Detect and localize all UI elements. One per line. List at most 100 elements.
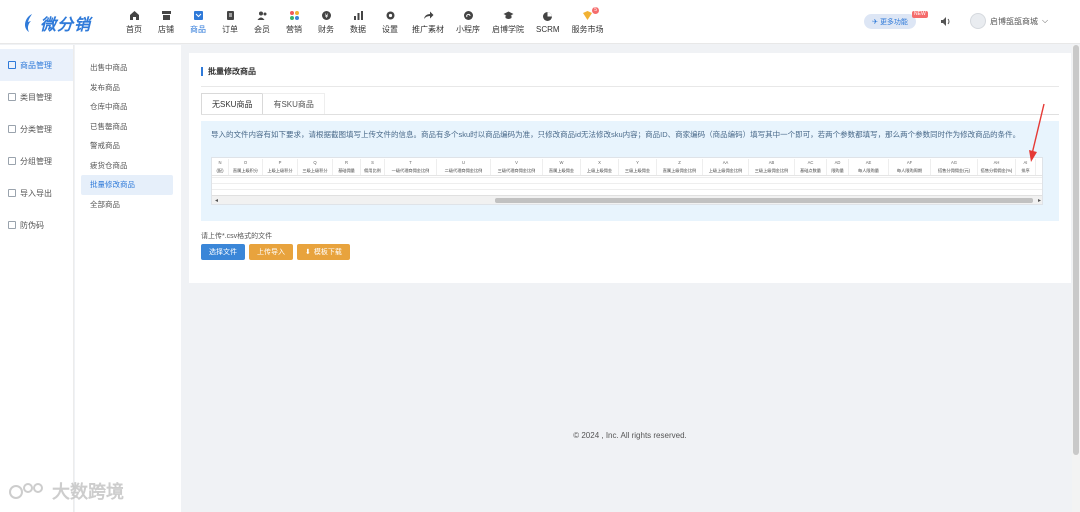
sheet-column-letter: AB (749, 159, 795, 166)
info-text: 导入的文件内容有如下要求，请根据截图填写上传文件的信息。商品有多个sku时以商品… (211, 130, 1021, 139)
sheet-column-letter: Z (657, 159, 703, 166)
brand-logo[interactable]: 微分销 (22, 11, 91, 35)
shop-icon (161, 10, 172, 21)
upload-hint: 请上传*.csv格式的文件 (201, 233, 273, 240)
sidebar-item-label: 防伪码 (20, 220, 44, 230)
sheet-header-cell: 上级上级佣金比例 (703, 166, 749, 175)
sample-sheet-image: N O P Q R S T U V W X Y Z AA AB AC AD AE AF AG AH AI (配) 直属上级积… (211, 157, 1043, 205)
sidebar-item-0[interactable]: 商品管理 (0, 49, 73, 81)
annotation-arrow-icon (1029, 103, 1045, 162)
sidebar-item-label: 类目管理 (20, 92, 52, 102)
tab-1[interactable]: 有SKU商品 (262, 93, 325, 115)
menu-icon (8, 221, 16, 229)
nav-item-label: 服务市场 (571, 24, 604, 34)
sheet-column-letter: AG (931, 159, 978, 166)
tab-0[interactable]: 无SKU商品 (201, 93, 264, 115)
user-menu[interactable]: 启博瓿瓿商城 ⌵ (970, 13, 1048, 29)
nav-item-7[interactable]: 数据 (342, 0, 374, 44)
sheet-header-cell: 搭售分佣佣金(%) (978, 166, 1016, 175)
choose-file-button[interactable]: 选择文件 (201, 244, 245, 260)
subnav-item-6[interactable]: 批量修改商品 (81, 175, 173, 195)
nav-item-0[interactable]: 首页 (118, 0, 150, 44)
sheet-header-cell: 排序 (1016, 166, 1036, 175)
nav-item-label: 店铺 (158, 24, 174, 34)
sheet-column-letter: AA (703, 159, 749, 166)
sheet-column-letter: AD (827, 159, 849, 166)
sheet-column-letter: AE (849, 159, 889, 166)
sheet-header-cell: 基础佣量 (333, 166, 361, 175)
sheet-scrollbar[interactable]: ◂ ▸ (212, 195, 1042, 204)
watermark-logo-icon (9, 483, 43, 499)
academy-icon (503, 10, 514, 21)
subnav-item-7[interactable]: 全部商品 (75, 195, 173, 215)
more-features-button[interactable]: ✈ 更多功能 (864, 14, 916, 29)
watermark-text: 大数跨境 (52, 482, 124, 502)
subnav-item-0[interactable]: 出售中商品 (75, 58, 173, 78)
sheet-column-letter: AC (795, 159, 827, 166)
sidebar-item-3[interactable]: 分组管理 (0, 145, 73, 177)
sheet-header-cell: 每人限购周期 (889, 166, 931, 175)
nav-item-11[interactable]: 启博学院 (486, 0, 530, 44)
nav-item-1[interactable]: 店铺 (150, 0, 182, 44)
goods-icon (193, 10, 204, 21)
watermark: 大数跨境 (8, 478, 124, 504)
sidebar-item-5[interactable]: 防伪码 (0, 209, 73, 241)
subnav-item-3[interactable]: 已售罄商品 (75, 117, 173, 137)
sheet-column-letter: T (385, 159, 437, 166)
nav-item-10[interactable]: 小程序 (450, 0, 486, 44)
subnav-item-4[interactable]: 警戒商品 (75, 136, 173, 156)
data-icon (353, 10, 364, 21)
page-scrollbar[interactable] (1072, 45, 1080, 512)
upload-import-label: 上传导入 (257, 249, 285, 256)
nav-item-6[interactable]: ¥ 财务 (310, 0, 342, 44)
sheet-header-cell: 基础点数量 (795, 166, 827, 175)
nav-item-label: 财务 (318, 24, 334, 34)
subnav-item-2[interactable]: 仓库中商品 (75, 97, 173, 117)
nav-item-label: 首页 (126, 24, 142, 34)
scroll-right-icon[interactable]: ▸ (1038, 197, 1041, 204)
sidebar-item-2[interactable]: 分类管理 (0, 113, 73, 145)
sidebar-item-label: 商品管理 (20, 60, 52, 70)
subnav-item-1[interactable]: 发布商品 (75, 78, 173, 98)
template-download-button[interactable]: ⬇ 模板下载 (297, 244, 350, 260)
page-scroll-thumb[interactable] (1073, 45, 1079, 455)
nav-item-12[interactable]: SCRM (530, 0, 566, 44)
scrm-icon (542, 11, 553, 22)
nav-item-13[interactable]: 5 服务市场 (566, 0, 610, 44)
new-badge: NEW (912, 11, 928, 18)
speaker-icon[interactable] (940, 16, 951, 27)
nav-item-label: 数据 (350, 24, 366, 34)
nav-item-label: 营销 (286, 24, 302, 34)
nav-item-5[interactable]: 营销 (278, 0, 310, 44)
sidebar-item-4[interactable]: 导入导出 (0, 177, 73, 209)
sheet-header-cell: 三级上级佣金比例 (749, 166, 795, 175)
sheet-header-cell: 三级代理商佣金比例 (491, 166, 543, 175)
scroll-thumb[interactable] (495, 198, 1033, 203)
nav-item-4[interactable]: 会员 (246, 0, 278, 44)
nav-item-label: 推广素材 (412, 24, 444, 34)
nav-item-9[interactable]: 推广素材 (406, 0, 450, 44)
sheet-header-cell: 限购量 (827, 166, 849, 175)
menu-icon (8, 93, 16, 101)
sheet-header-cell: 每人限购量 (849, 166, 889, 175)
home-icon (129, 10, 140, 21)
nav-item-8[interactable]: 设置 (374, 0, 406, 44)
scroll-left-icon[interactable]: ◂ (215, 197, 218, 204)
sheet-header-cell: 三级上级佣金 (619, 166, 657, 175)
sheet-column-letters: N O P Q R S T U V W X Y Z AA AB AC AD AE AF AG AH AI (212, 159, 1042, 166)
sheet-column-letter: X (581, 159, 619, 166)
template-download-label: 模板下载 (313, 249, 342, 256)
nav-item-2[interactable]: 商品 (182, 0, 214, 44)
upload-import-button[interactable]: 上传导入 (249, 244, 293, 260)
finance-icon: ¥ (321, 10, 332, 21)
sheet-column-letter: N (212, 159, 229, 166)
sidebar-item-1[interactable]: 类目管理 (0, 81, 73, 113)
logo-icon (22, 13, 36, 33)
sheet-column-letter: V (491, 159, 543, 166)
miniprogram-icon (463, 10, 474, 21)
nav-item-3[interactable]: 订单 (214, 0, 246, 44)
sheet-column-letter: O (229, 159, 263, 166)
nav-item-label: 设置 (382, 24, 398, 34)
subnav-item-5[interactable]: 疲货仓商品 (75, 156, 173, 176)
market-icon: 5 (582, 6, 600, 21)
